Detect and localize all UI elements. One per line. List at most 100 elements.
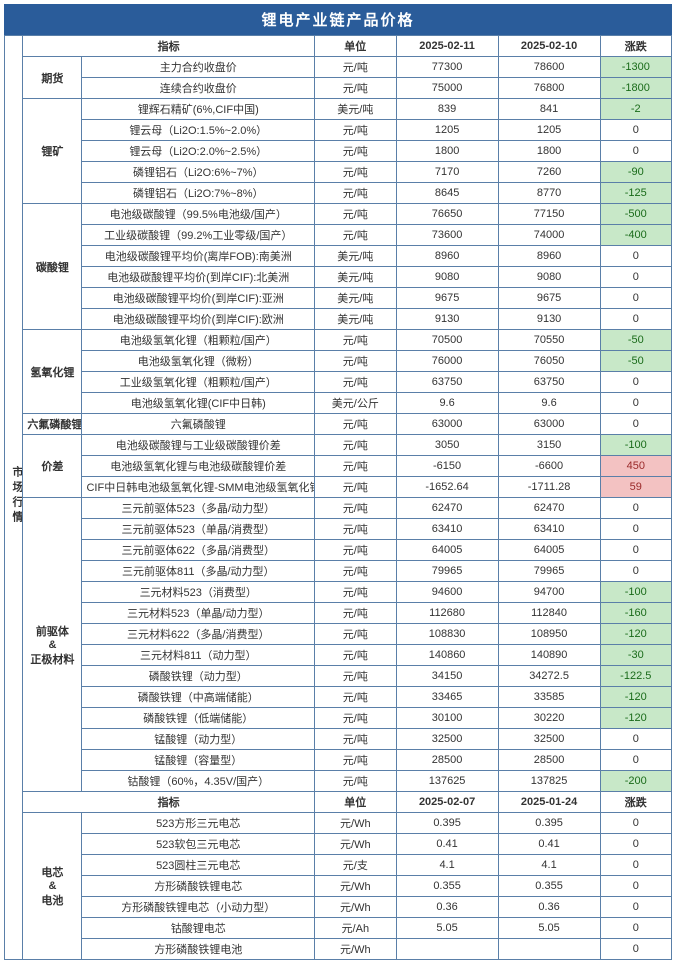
indicator-cell: 电池级氢氧化锂（粗颗粒/国产）: [82, 330, 315, 351]
indicator-cell: 主力合约收盘价: [82, 57, 315, 78]
indicator-cell: 523软包三元电芯: [82, 834, 315, 855]
change-cell: 59: [600, 477, 671, 498]
table-row: 前驱体&正极材料三元前驱体523（多晶/动力型）元/吨62470624700: [5, 498, 672, 519]
change-cell: 0: [600, 498, 671, 519]
change-cell: 0: [600, 813, 671, 834]
change-cell: 0: [600, 414, 671, 435]
value1-cell: 1205: [396, 120, 498, 141]
col-indicator: 指标: [23, 792, 315, 813]
table-row: 三元材料523（单晶/动力型）元/吨112680112840-160: [5, 603, 672, 624]
value2-cell: 140890: [498, 645, 600, 666]
unit-cell: 元/吨: [315, 498, 397, 519]
indicator-cell: 方形磷酸铁锂电芯（小动力型）: [82, 897, 315, 918]
table-row: 523圆柱三元电芯元/支4.14.10: [5, 855, 672, 876]
group-label: 价差: [23, 435, 82, 498]
change-cell: 0: [600, 729, 671, 750]
unit-cell: 元/吨: [315, 141, 397, 162]
table-row: 磷酸铁锂（中高端储能）元/吨3346533585-120: [5, 687, 672, 708]
table-row: 三元前驱体523（单晶/消费型）元/吨63410634100: [5, 519, 672, 540]
indicator-cell: 锂云母（Li2O:1.5%~2.0%）: [82, 120, 315, 141]
change-cell: 0: [600, 120, 671, 141]
value1-cell: 9130: [396, 309, 498, 330]
table-row: 碳酸锂电池级碳酸锂（99.5%电池级/国产）元/吨7665077150-500: [5, 204, 672, 225]
indicator-cell: 电池级碳酸锂平均价(到岸CIF):亚洲: [82, 288, 315, 309]
indicator-cell: 三元材料523（单晶/动力型）: [82, 603, 315, 624]
table-row: 磷锂铝石（Li2O:7%~8%）元/吨86458770-125: [5, 183, 672, 204]
unit-cell: 元/吨: [315, 456, 397, 477]
table-row: 锂云母（Li2O:1.5%~2.0%）元/吨120512050: [5, 120, 672, 141]
table-row: 方形磷酸铁锂电池元/Wh0: [5, 939, 672, 960]
value2-cell: 112840: [498, 603, 600, 624]
change-cell: 0: [600, 939, 671, 960]
change-cell: -100: [600, 582, 671, 603]
indicator-cell: 磷酸铁锂（动力型）: [82, 666, 315, 687]
unit-cell: 元/吨: [315, 183, 397, 204]
table-row: 工业级碳酸锂（99.2%工业零级/国产）元/吨7360074000-400: [5, 225, 672, 246]
value2-cell: 8770: [498, 183, 600, 204]
indicator-cell: 方形磷酸铁锂电芯: [82, 876, 315, 897]
value2-cell: 9.6: [498, 393, 600, 414]
change-cell: 0: [600, 561, 671, 582]
value1-cell: 112680: [396, 603, 498, 624]
value2-cell: 76050: [498, 351, 600, 372]
unit-cell: 元/吨: [315, 519, 397, 540]
value1-cell: 76000: [396, 351, 498, 372]
value2-cell: 78600: [498, 57, 600, 78]
value2-cell: -6600: [498, 456, 600, 477]
value1-cell: 94600: [396, 582, 498, 603]
change-cell: -122.5: [600, 666, 671, 687]
change-cell: -500: [600, 204, 671, 225]
value2-cell: 94700: [498, 582, 600, 603]
unit-cell: 元/吨: [315, 582, 397, 603]
col-date1: 2025-02-11: [396, 36, 498, 57]
unit-cell: 元/吨: [315, 624, 397, 645]
value1-cell: 32500: [396, 729, 498, 750]
group-label: 锂矿: [23, 99, 82, 204]
value1-cell: 3050: [396, 435, 498, 456]
change-cell: 0: [600, 309, 671, 330]
unit-cell: 元/吨: [315, 729, 397, 750]
indicator-cell: 三元前驱体523（单晶/消费型）: [82, 519, 315, 540]
value1-cell: 70500: [396, 330, 498, 351]
value2-cell: 0.41: [498, 834, 600, 855]
indicator-cell: 电池级碳酸锂平均价(到岸CIF):北美洲: [82, 267, 315, 288]
value2-cell: 4.1: [498, 855, 600, 876]
value1-cell: 28500: [396, 750, 498, 771]
change-cell: 0: [600, 876, 671, 897]
unit-cell: 元/吨: [315, 477, 397, 498]
change-cell: -50: [600, 330, 671, 351]
value1-cell: -6150: [396, 456, 498, 477]
indicator-cell: 三元前驱体622（多晶/消费型）: [82, 540, 315, 561]
section-label: 市场行情: [5, 36, 23, 960]
value1-cell: 7170: [396, 162, 498, 183]
change-cell: 0: [600, 393, 671, 414]
unit-cell: 元/Wh: [315, 876, 397, 897]
change-cell: 450: [600, 456, 671, 477]
indicator-cell: 电池级碳酸锂平均价(到岸CIF):欧洲: [82, 309, 315, 330]
indicator-cell: 电池级碳酸锂平均价(离岸FOB):南美洲: [82, 246, 315, 267]
value2-cell: 9080: [498, 267, 600, 288]
change-cell: 0: [600, 246, 671, 267]
unit-cell: 元/Wh: [315, 897, 397, 918]
indicator-cell: 电池级氢氧化锂与电池级碳酸锂价差: [82, 456, 315, 477]
unit-cell: 元/吨: [315, 687, 397, 708]
change-cell: -125: [600, 183, 671, 204]
indicator-cell: 三元材料811（动力型）: [82, 645, 315, 666]
table-row: CIF中日韩电池级氢氧化锂-SMM电池级氢氧化锂元/吨-1652.64-1711…: [5, 477, 672, 498]
indicator-cell: 方形磷酸铁锂电池: [82, 939, 315, 960]
value2-cell: 76800: [498, 78, 600, 99]
table-row: 三元材料523（消费型）元/吨9460094700-100: [5, 582, 672, 603]
value1-cell: 0.36: [396, 897, 498, 918]
value2-cell: 9675: [498, 288, 600, 309]
value1-cell: 839: [396, 99, 498, 120]
value2-cell: 3150: [498, 435, 600, 456]
value2-cell: 63000: [498, 414, 600, 435]
value2-cell: 63750: [498, 372, 600, 393]
change-cell: 0: [600, 897, 671, 918]
unit-cell: 元/吨: [315, 435, 397, 456]
indicator-cell: 磷酸铁锂（低端储能）: [82, 708, 315, 729]
indicator-cell: 三元前驱体523（多晶/动力型）: [82, 498, 315, 519]
col-date1: 2025-02-07: [396, 792, 498, 813]
value2-cell: 1800: [498, 141, 600, 162]
change-cell: 0: [600, 267, 671, 288]
